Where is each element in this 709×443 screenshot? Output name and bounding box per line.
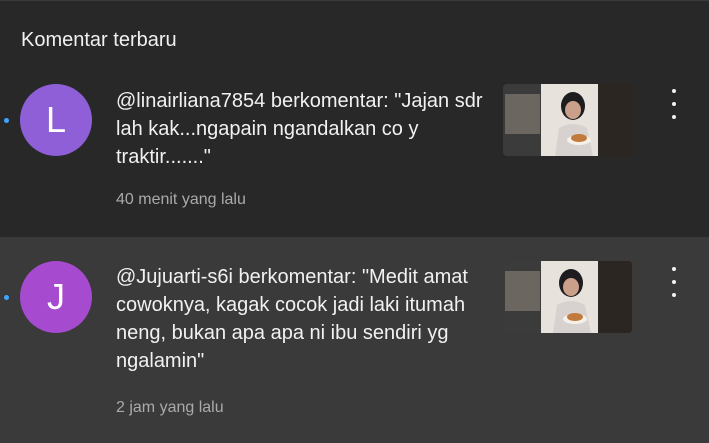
menu-dot [672,267,676,271]
unread-indicator [4,295,9,300]
more-options-button[interactable] [664,89,684,119]
avatar-letter: J [47,276,65,317]
notification-item[interactable]: J @Jujuarti-s6i berkomentar: "Medit amat… [0,237,709,443]
notification-text: @Jujuarti-s6i berkomentar: "Medit amat c… [116,266,468,372]
avatar-letter: L [45,99,67,140]
notification-text: @linairliana7854 berkomentar: "Jajan sdr… [116,90,483,168]
menu-dot [672,115,676,119]
menu-dot [672,102,676,106]
menu-dot [672,89,676,93]
avatar: J [20,261,92,333]
video-thumbnail[interactable] [503,84,632,156]
avatar: L [20,84,92,156]
menu-dot [672,280,676,284]
video-thumbnail[interactable] [503,261,632,333]
notifications-panel: Komentar terbaru L @linairliana7854 berk… [0,0,709,443]
notification-time: 2 jam yang lalu [116,399,224,416]
notification-item[interactable]: L @linairliana7854 berkomentar: "Jajan s… [0,71,709,237]
more-options-button[interactable] [664,267,684,297]
menu-dot [672,293,676,297]
unread-indicator [4,118,9,123]
thumbnail-image-icon [503,261,632,333]
panel-title: Komentar terbaru [21,29,177,51]
notification-time: 40 menit yang lalu [116,191,246,208]
thumbnail-image-icon [503,84,632,156]
